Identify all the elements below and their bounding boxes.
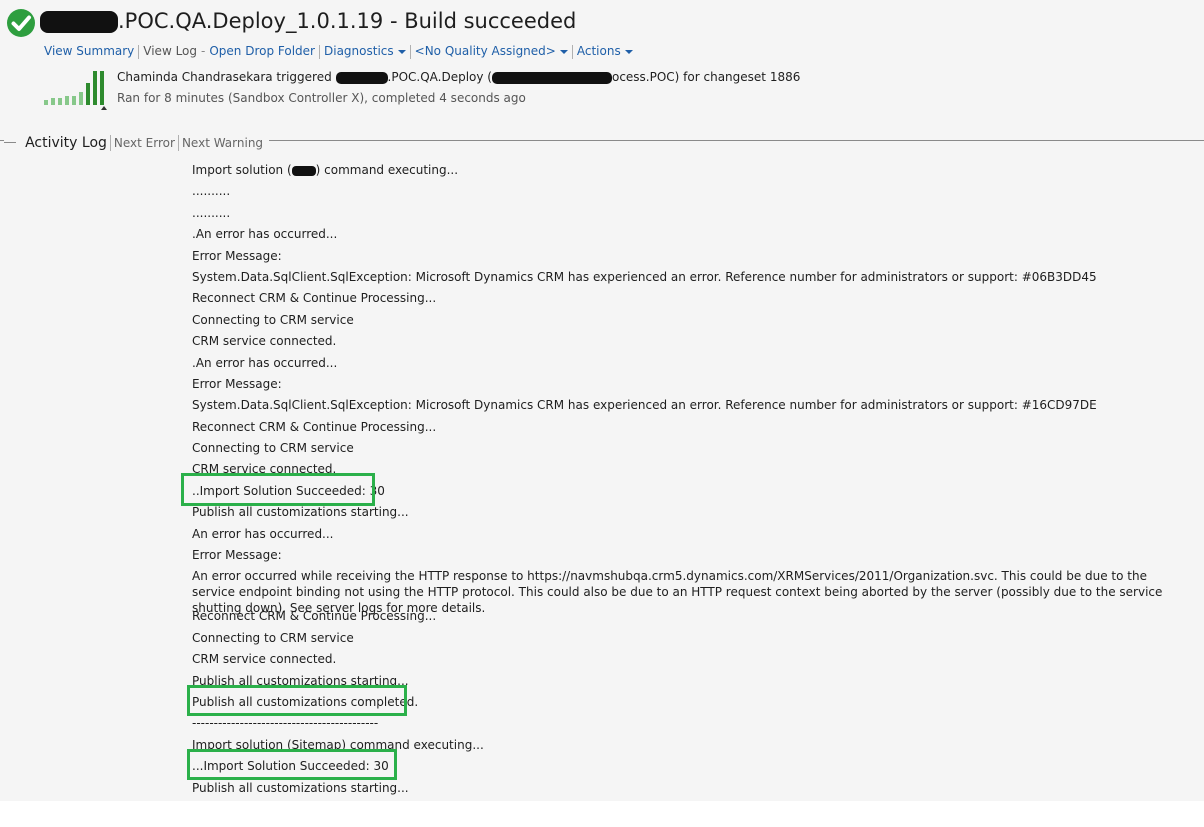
log-group: .................... .An error has occurr…: [192, 181, 1192, 566]
history-bar[interactable]: [93, 71, 97, 105]
log-line: System.Data.SqlClient.SqlException: Micr…: [192, 269, 1097, 284]
chevron-down-icon: [397, 49, 406, 54]
build-header: .POC.QA.Deploy_1.0.1.19 - Build succeede…: [0, 0, 1204, 140]
log-line: Import solution ( ) command executing...: [192, 160, 1192, 181]
tab-next-error[interactable]: Next Error: [114, 136, 175, 150]
current-build-marker-icon: [101, 106, 107, 110]
redacted-block: [491, 71, 612, 84]
nav-separator: [138, 44, 140, 59]
diagnostics-label: Diagnostics: [324, 44, 394, 58]
history-bar[interactable]: [72, 96, 76, 105]
log-line: CRM service connected.: [192, 652, 337, 667]
log-line: Reconnect CRM & Continue Processing...: [192, 419, 437, 434]
nav-separator: [571, 44, 573, 59]
history-bar[interactable]: [51, 98, 55, 105]
log-line: ..........: [192, 184, 231, 199]
chevron-down-icon: [559, 49, 568, 54]
nav-separator: [409, 44, 411, 59]
log-line: Connecting to CRM service: [192, 630, 354, 645]
log-line: ..........: [192, 205, 231, 220]
build-title: .POC.QA.Deploy_1.0.1.19 - Build succeede…: [40, 9, 576, 37]
redacted-block: [291, 165, 316, 176]
history-bar[interactable]: [79, 92, 83, 105]
log-line: System.Data.SqlClient.SqlException: Micr…: [192, 398, 1097, 413]
history-bar[interactable]: [65, 96, 69, 105]
log-line: Connecting to CRM service: [192, 312, 354, 327]
quality-dropdown[interactable]: <No Quality Assigned>: [415, 44, 568, 58]
actions-menu[interactable]: Actions: [577, 44, 633, 58]
log-line: .An error has occurred...: [192, 355, 338, 370]
view-log-link[interactable]: View Log: [143, 44, 197, 58]
log-line: CRM service connected.: [192, 334, 337, 349]
log-line: An error has occurred...: [192, 526, 334, 541]
nav-dash: -: [201, 44, 206, 58]
history-bar[interactable]: [58, 98, 62, 105]
window-bottom-edge: [0, 801, 1204, 827]
view-summary-link[interactable]: View Summary: [44, 44, 134, 58]
nav-separator: [319, 44, 320, 59]
trigger-definition: .POC.QA.Deploy (: [387, 70, 492, 84]
chevron-down-icon: [624, 49, 633, 54]
log-line: ----------------------------------------…: [192, 716, 379, 731]
redacted-block: [40, 11, 118, 33]
history-bar[interactable]: [100, 71, 104, 105]
build-title-text: .POC.QA.Deploy_1.0.1.19 - Build succeede…: [118, 9, 577, 33]
highlight-publish-completed: [187, 685, 407, 716]
quality-label: <No Quality Assigned>: [414, 44, 556, 58]
tab-next-warning[interactable]: Next Warning: [182, 136, 263, 150]
tab-separator: [177, 134, 179, 151]
run-duration: Ran for 8 minutes (Sandbox Controller X)…: [117, 91, 526, 105]
tab-activity-log[interactable]: Activity Log: [25, 135, 107, 151]
log-line: .An error has occurred...: [192, 227, 338, 242]
trigger-info: Chaminda Chandrasekara triggered .POC.QA…: [117, 70, 800, 84]
log-line: Reconnect CRM & Continue Processing...: [192, 609, 437, 624]
redacted-block: [335, 71, 388, 84]
history-bar[interactable]: [44, 100, 48, 105]
log-tabs: Activity Log Next Error Next Warning: [4, 132, 270, 151]
history-bar[interactable]: [86, 83, 90, 105]
tab-line: [4, 142, 16, 143]
tab-separator: [109, 134, 111, 151]
highlight-import-sitemap-succeeded: [187, 749, 397, 780]
actions-label: Actions: [576, 44, 621, 58]
log-line: Reconnect CRM & Continue Processing...: [192, 291, 437, 306]
log-line: Error Message:: [192, 548, 282, 563]
log-line-http-error: An error occurred while receiving the HT…: [192, 569, 1163, 616]
open-drop-folder-link[interactable]: Open Drop Folder: [209, 44, 315, 58]
log-line: Connecting to CRM service: [192, 441, 354, 456]
trigger-user: Chaminda Chandrasekara triggered: [117, 70, 332, 84]
log-line-part: Import solution (: [192, 163, 292, 177]
log-line: Error Message:: [192, 376, 282, 391]
highlight-import-succeeded: [181, 473, 375, 506]
diagnostics-menu[interactable]: Diagnostics: [324, 44, 406, 58]
log-line: Publish all customizations starting...: [192, 780, 409, 795]
log-line: Error Message:: [192, 248, 282, 263]
trigger-changeset: ocess.POC) for changeset 1886: [611, 70, 801, 84]
build-history-chart[interactable]: [44, 70, 108, 110]
build-nav-bar: View Summary View Log - Open Drop Folder Dia…: [44, 44, 633, 59]
check-circle-icon: [7, 9, 35, 37]
log-line-part: ) command executing...: [315, 163, 459, 177]
